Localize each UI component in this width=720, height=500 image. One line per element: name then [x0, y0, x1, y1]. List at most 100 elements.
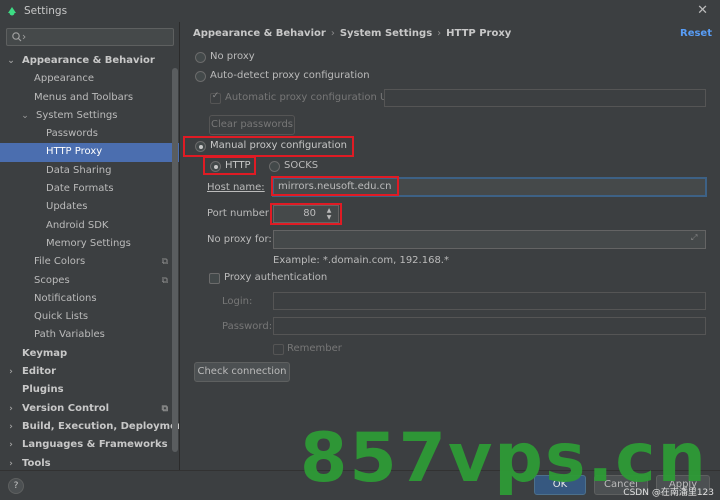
sidebar-item-label: Appearance & Behavior: [22, 55, 155, 66]
sidebar-item-file-colors[interactable]: File Colors ⧉: [0, 253, 179, 271]
sidebar-item-path-variables[interactable]: Path Variables: [0, 326, 179, 344]
chevron-right-icon[interactable]: ›: [6, 436, 16, 454]
project-level-icon: ⧉: [161, 257, 168, 268]
android-studio-logo-icon: [8, 7, 16, 16]
no-proxy-label[interactable]: No proxy: [210, 51, 255, 62]
sidebar-item-notifications[interactable]: Notifications: [0, 290, 179, 308]
sidebar-item-label: Plugins: [22, 384, 64, 396]
chevron-right-icon[interactable]: ›: [6, 455, 16, 470]
breadcrumb-item: System Settings: [339, 28, 433, 39]
sidebar-item-editor[interactable]: › Editor: [0, 363, 179, 381]
sidebar-item-label: System Settings: [36, 109, 118, 121]
chevron-down-icon[interactable]: ⌄: [6, 52, 16, 70]
reset-link[interactable]: Reset: [680, 28, 712, 39]
expand-icon[interactable]: ⤢: [691, 233, 697, 243]
project-level-icon: ⧉: [161, 275, 168, 286]
sidebar-item-date-formats[interactable]: Date Formats: [0, 180, 179, 198]
sidebar-item-label: Tools: [22, 457, 51, 469]
sidebar-item-label: Menus and Toolbars: [34, 91, 134, 103]
sidebar-item-version-control[interactable]: › Version Control ⧉: [0, 400, 179, 418]
sidebar-item-memory-settings[interactable]: Memory Settings: [0, 235, 179, 253]
sidebar-item-label: Keymap: [22, 347, 68, 359]
sidebar-item-label: Languages & Frameworks: [22, 439, 168, 451]
clear-passwords-button[interactable]: Clear passwords: [209, 115, 295, 135]
project-level-icon: ⧉: [161, 403, 168, 414]
sidebar-item-menus-and-toolbars[interactable]: Menus and Toolbars: [0, 89, 179, 107]
sidebar-item-data-sharing[interactable]: Data Sharing: [0, 162, 179, 180]
sidebar-item-label: Data Sharing: [46, 164, 112, 176]
chevron-right-icon[interactable]: ›: [6, 363, 16, 381]
proxy-auth-checkbox[interactable]: [209, 273, 220, 284]
sidebar-item-android-sdk[interactable]: Android SDK: [0, 217, 179, 235]
watermark-text: 857vps.cn: [300, 419, 708, 498]
sidebar-item-label: HTTP Proxy: [46, 146, 103, 158]
check-mark-icon: ✓: [211, 91, 220, 101]
example-text: Example: *.domain.com, 192.168.*: [273, 255, 449, 266]
sidebar-item-plugins[interactable]: Plugins: [0, 381, 179, 399]
sidebar-item-label: Updates: [46, 201, 88, 213]
help-icon[interactable]: ?: [8, 478, 24, 494]
search-input[interactable]: [6, 28, 174, 46]
sidebar-item-label: Editor: [22, 366, 56, 378]
sidebar-item-label: Path Variables: [34, 329, 105, 341]
sidebar-item-label: Date Formats: [46, 183, 114, 195]
password-field[interactable]: [273, 317, 706, 335]
port-number-label: Port number:: [207, 208, 273, 219]
chevron-right-icon[interactable]: ›: [6, 400, 16, 418]
auto-detect-label[interactable]: Auto-detect proxy configuration: [210, 70, 370, 81]
sidebar-item-label: Build, Execution, Deployment: [22, 420, 180, 432]
breadcrumb-separator: ›: [437, 28, 442, 39]
host-name-label: Host name:: [207, 182, 265, 193]
settings-sidebar: ⌄ Appearance & Behavior Appearance Menus an…: [0, 22, 180, 470]
breadcrumb-item: Appearance & Behavior: [193, 28, 326, 39]
sidebar-item-appearance[interactable]: Appearance: [0, 70, 179, 88]
sidebar-item-passwords[interactable]: Passwords: [0, 125, 179, 143]
remember-label: Remember: [287, 343, 342, 354]
window-title: Settings: [24, 5, 68, 17]
settings-content: Appearance & Behavior › System Settings › HT…: [181, 22, 720, 470]
sidebar-item-label: Appearance: [34, 73, 95, 85]
sidebar-item-build-execution-deployment[interactable]: › Build, Execution, Deployment: [0, 418, 180, 436]
socks-radio[interactable]: [269, 161, 280, 172]
remember-checkbox[interactable]: [273, 344, 284, 355]
check-connection-button[interactable]: Check connection: [194, 362, 290, 382]
settings-tree: ⌄ Appearance & Behavior Appearance Menus an…: [0, 52, 180, 470]
password-label: Password:: [222, 321, 273, 332]
sidebar-item-tools[interactable]: › Tools: [0, 455, 179, 470]
sidebar-item-keymap[interactable]: Keymap: [0, 345, 179, 363]
auto-url-field[interactable]: [384, 89, 706, 107]
close-icon[interactable]: ✕: [697, 3, 708, 18]
sidebar-item-label: Memory Settings: [46, 237, 131, 249]
auto-detect-radio[interactable]: [195, 71, 206, 82]
title-bar: Settings ✕: [0, 0, 720, 22]
sidebar-item-languages-frameworks[interactable]: › Languages & Frameworks: [0, 436, 179, 454]
login-field[interactable]: [273, 292, 706, 310]
sidebar-item-label: Scopes: [34, 274, 70, 286]
search-icon: [12, 32, 26, 42]
sidebar-item-system-settings[interactable]: ⌄ System Settings: [0, 107, 179, 125]
sidebar-item-label: Passwords: [46, 128, 98, 140]
no-proxy-radio[interactable]: [195, 52, 206, 63]
sidebar-item-quick-lists[interactable]: Quick Lists: [0, 308, 179, 326]
sidebar-scrollbar[interactable]: [172, 68, 178, 452]
sidebar-item-updates[interactable]: Updates: [0, 198, 179, 216]
sidebar-item-label: Android SDK: [46, 219, 109, 231]
auto-url-label: Automatic proxy configuration URL:: [225, 92, 404, 103]
highlight-box-http: [203, 156, 256, 175]
sidebar-item-label: File Colors: [34, 256, 86, 268]
no-proxy-for-label: No proxy for:: [207, 234, 272, 245]
highlight-box-port: [270, 203, 342, 225]
sidebar-item-http-proxy[interactable]: HTTP Proxy: [0, 143, 179, 162]
socks-label[interactable]: SOCKS: [284, 160, 318, 171]
breadcrumb-separator: ›: [330, 28, 335, 39]
breadcrumb-item: HTTP Proxy: [446, 28, 512, 39]
no-proxy-for-field[interactable]: [273, 230, 706, 249]
sidebar-item-scopes[interactable]: Scopes ⧉: [0, 272, 179, 290]
sidebar-item-appearance-behavior[interactable]: ⌄ Appearance & Behavior: [0, 52, 179, 70]
proxy-auth-label[interactable]: Proxy authentication: [224, 272, 327, 283]
sidebar-item-label: Version Control: [22, 402, 110, 414]
sidebar-item-label: Notifications: [34, 292, 97, 304]
chevron-down-icon[interactable]: ⌄: [20, 107, 30, 125]
chevron-right-icon[interactable]: ›: [6, 418, 16, 436]
highlight-box-manual: [183, 136, 354, 157]
